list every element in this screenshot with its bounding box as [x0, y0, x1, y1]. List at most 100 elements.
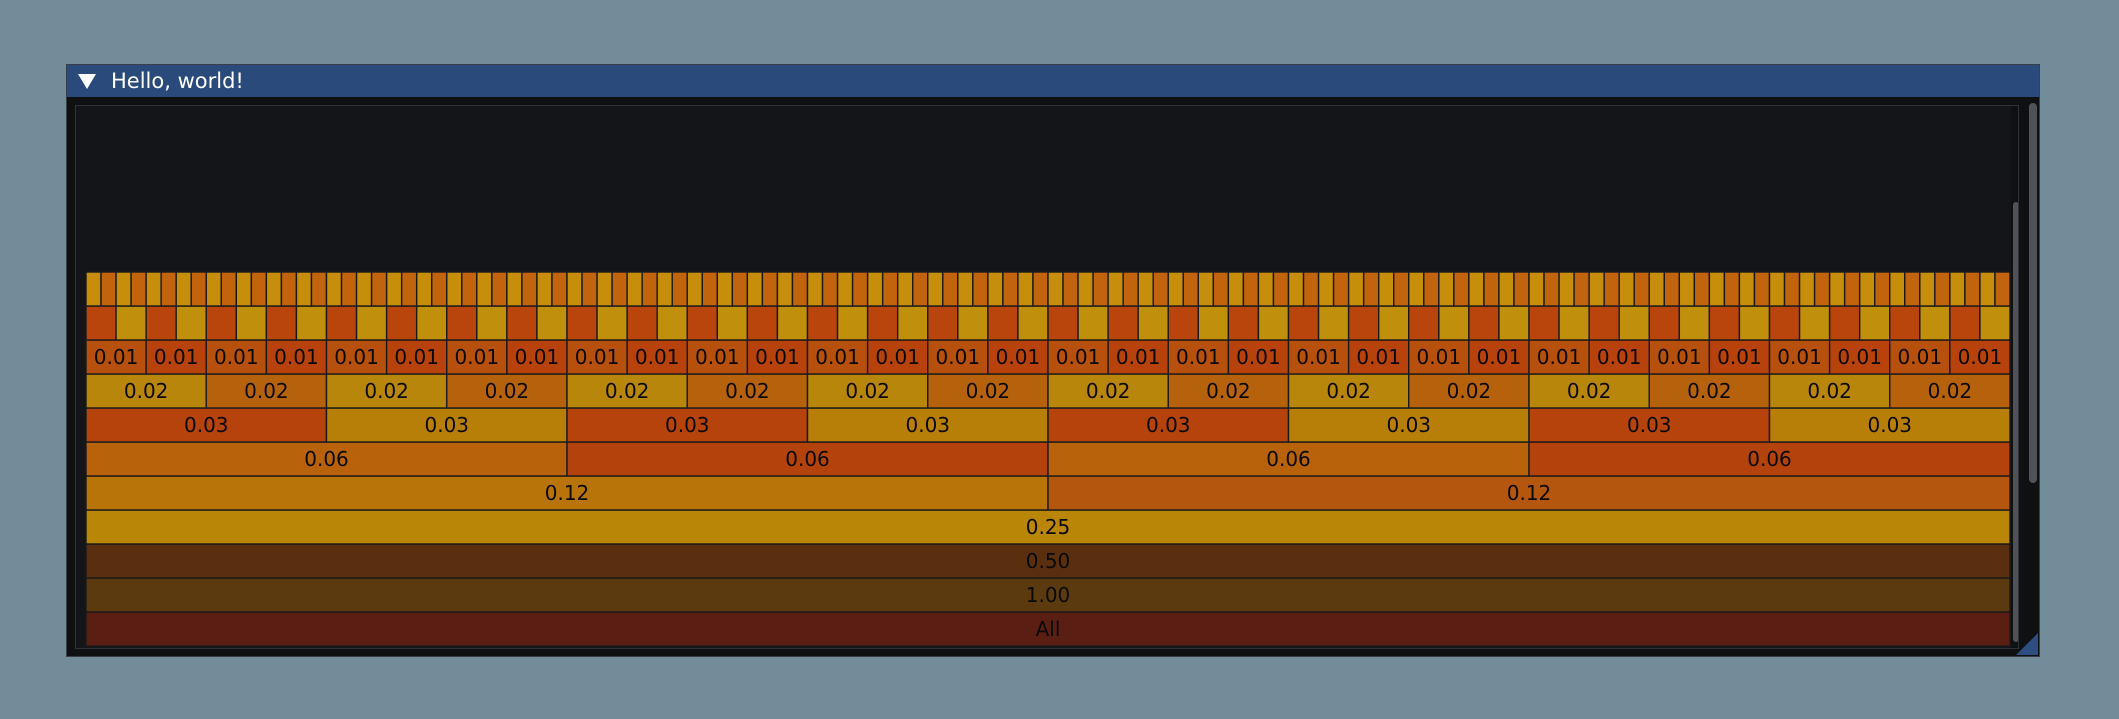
flame-node-rect[interactable]: [1212, 271, 1230, 307]
flame-node-rect[interactable]: [581, 271, 598, 307]
flame-node-rect[interactable]: [1377, 305, 1410, 341]
flame-node[interactable]: 0.01: [1287, 339, 1350, 375]
flame-node[interactable]: 0.01: [145, 339, 207, 375]
flame-node[interactable]: [295, 305, 328, 341]
flame-node[interactable]: 0.01: [506, 339, 568, 375]
flame-node[interactable]: [626, 305, 658, 341]
flame-node[interactable]: 0.02: [1768, 373, 1891, 409]
flame-node-rect[interactable]: [1468, 271, 1485, 307]
flame-node-rect[interactable]: [987, 271, 1004, 307]
flame-node[interactable]: 0.02: [446, 373, 568, 409]
flame-node-rect[interactable]: [912, 271, 929, 307]
flame-node[interactable]: [927, 305, 959, 341]
flame-node-rect[interactable]: [506, 271, 523, 307]
flame-node[interactable]: [1934, 271, 1951, 307]
flame-node-rect[interactable]: [1197, 305, 1230, 341]
flame-node[interactable]: [1603, 271, 1620, 307]
flame-node[interactable]: [581, 271, 598, 307]
flame-node-rect[interactable]: [1513, 271, 1530, 307]
flame-node[interactable]: [85, 271, 102, 307]
flame-node[interactable]: [1393, 271, 1410, 307]
flame-node-rect[interactable]: [1197, 271, 1215, 307]
flame-node-rect[interactable]: [1002, 271, 1019, 307]
flame-node-rect[interactable]: [1227, 271, 1245, 307]
flame-node[interactable]: [325, 271, 343, 307]
flame-node[interactable]: [1979, 271, 1996, 307]
flame-node[interactable]: 0.01: [1227, 339, 1290, 375]
flame-node[interactable]: [1979, 305, 2011, 341]
flame-node[interactable]: 0.01: [746, 339, 809, 375]
flame-node-rect[interactable]: [536, 305, 568, 341]
flame-node-rect[interactable]: [536, 271, 553, 307]
flame-node-rect[interactable]: [1618, 305, 1650, 341]
flame-node[interactable]: [1182, 271, 1200, 307]
flame-node-rect[interactable]: [1798, 305, 1831, 341]
flame-node-rect[interactable]: [431, 271, 448, 307]
flame-node-rect[interactable]: [280, 271, 298, 307]
flame-node-rect[interactable]: [115, 305, 147, 341]
flame-node[interactable]: [1708, 305, 1741, 341]
flame-node[interactable]: [746, 305, 779, 341]
flame-node[interactable]: 0.02: [205, 373, 328, 409]
flame-node[interactable]: [370, 271, 388, 307]
flame-node-rect[interactable]: [1588, 271, 1605, 307]
flame-node[interactable]: [881, 271, 899, 307]
flame-node[interactable]: [1137, 305, 1169, 341]
flame-node-rect[interactable]: [1362, 271, 1380, 307]
flame-node-rect[interactable]: [1723, 271, 1741, 307]
flame-node[interactable]: 0.03: [1287, 407, 1530, 443]
flame-node[interactable]: [1483, 271, 1500, 307]
flame-node[interactable]: 0.01: [686, 339, 749, 375]
flame-node[interactable]: 0.01: [1167, 339, 1230, 375]
flame-node[interactable]: [596, 271, 613, 307]
flame-node-rect[interactable]: [1949, 305, 1981, 341]
flame-node[interactable]: [776, 271, 794, 307]
flame-node[interactable]: [1017, 305, 1049, 341]
flame-node[interactable]: [746, 271, 764, 307]
flame-node-rect[interactable]: [866, 305, 899, 341]
flame-node[interactable]: [957, 271, 974, 307]
flame-node[interactable]: [836, 271, 854, 307]
flame-node-rect[interactable]: [476, 305, 508, 341]
flame-node-rect[interactable]: [626, 305, 658, 341]
flame-node[interactable]: [1889, 305, 1921, 341]
flame-node-rect[interactable]: [1528, 271, 1545, 307]
flame-node-rect[interactable]: [1618, 271, 1635, 307]
flame-node[interactable]: [686, 271, 703, 307]
flame-node[interactable]: [1332, 271, 1350, 307]
flame-node-rect[interactable]: [746, 271, 764, 307]
flame-node[interactable]: [115, 271, 132, 307]
flame-node-rect[interactable]: [1408, 305, 1440, 341]
flame-node[interactable]: 0.03: [1047, 407, 1290, 443]
flame-node-rect[interactable]: [1302, 271, 1320, 307]
flame-node[interactable]: [866, 305, 899, 341]
flame-node-rect[interactable]: [1768, 271, 1786, 307]
flame-node-rect[interactable]: [1874, 271, 1891, 307]
flame-node-rect[interactable]: [1843, 271, 1861, 307]
flame-node[interactable]: [1768, 305, 1801, 341]
flame-node-rect[interactable]: [446, 305, 478, 341]
flame-node-rect[interactable]: [821, 271, 839, 307]
flame-node[interactable]: [671, 271, 688, 307]
flame-node-rect[interactable]: [1438, 305, 1470, 341]
flame-node-rect[interactable]: [160, 271, 177, 307]
flame-node[interactable]: [1798, 305, 1831, 341]
flame-node[interactable]: 0.02: [566, 373, 688, 409]
inner-scrollbar-thumb[interactable]: [2013, 202, 2018, 642]
flame-node[interactable]: [1678, 305, 1711, 341]
flame-node-rect[interactable]: [265, 305, 298, 341]
flame-node[interactable]: [506, 271, 523, 307]
flame-node[interactable]: [1768, 271, 1786, 307]
flame-node-rect[interactable]: [1783, 271, 1801, 307]
flame-node-rect[interactable]: [1648, 305, 1681, 341]
flame-node[interactable]: [1738, 305, 1771, 341]
flame-node[interactable]: [1949, 271, 1966, 307]
flame-node[interactable]: [836, 305, 869, 341]
flame-node[interactable]: 0.03: [325, 407, 568, 443]
flame-node-rect[interactable]: [686, 271, 703, 307]
flame-node[interactable]: [190, 271, 207, 307]
flame-node[interactable]: [1874, 271, 1891, 307]
flame-node-rect[interactable]: [731, 271, 749, 307]
flame-node[interactable]: [1287, 305, 1320, 341]
flame-node-rect[interactable]: [1558, 271, 1575, 307]
